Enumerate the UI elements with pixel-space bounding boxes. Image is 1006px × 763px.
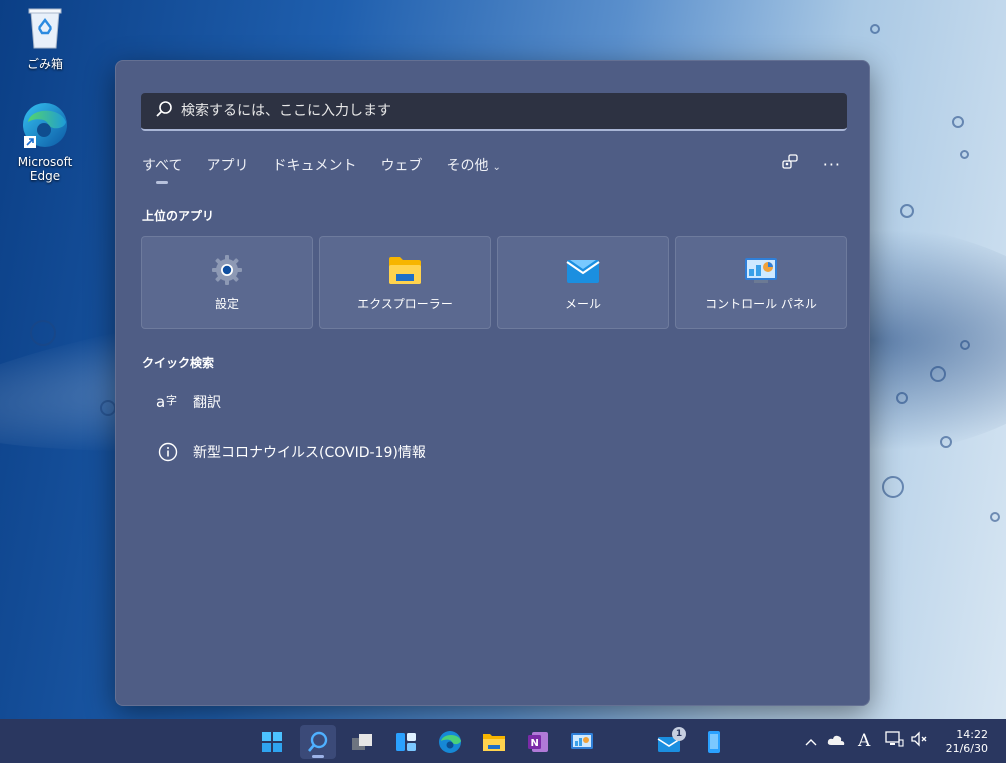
desktop-icon-recycle-bin[interactable]: ごみ箱: [5, 6, 85, 72]
widgets-icon: [396, 733, 416, 751]
onedrive-cloud-icon[interactable]: [826, 732, 846, 751]
task-view-button[interactable]: [344, 725, 380, 759]
mail-icon: [566, 253, 600, 287]
app-tile-explorer[interactable]: エクスプローラー: [319, 236, 491, 329]
search-box[interactable]: [141, 93, 847, 131]
tab-all[interactable]: すべて: [142, 155, 182, 184]
control-panel-icon: [571, 733, 593, 749]
app-tile-label: エクスプローラー: [357, 297, 453, 311]
quick-item-covid-info[interactable]: 新型コロナウイルス(COVID-19)情報: [141, 432, 847, 472]
taskbar-onenote-button[interactable]: N: [520, 725, 556, 759]
taskbar-phone-button[interactable]: [696, 725, 732, 759]
quick-search-title: クイック検索: [142, 356, 215, 370]
taskbar-mail-button[interactable]: 1: [652, 725, 688, 759]
taskbar-explorer-button[interactable]: [476, 725, 512, 759]
info-icon: [153, 442, 183, 462]
app-tile-label: メール: [564, 297, 601, 311]
top-apps-title: 上位のアプリ: [142, 209, 215, 223]
svg-text:a: a: [156, 393, 165, 411]
top-apps-list: 設定 エクスプローラー メール コントロール パネル: [141, 236, 847, 329]
chevron-down-icon: ⌄: [492, 162, 501, 173]
quick-item-label: 翻訳: [193, 395, 221, 411]
ime-mode-indicator[interactable]: A: [858, 731, 870, 751]
onenote-icon: N: [528, 732, 548, 752]
edge-icon: [5, 100, 85, 153]
tab-more[interactable]: その他 ⌄: [446, 155, 500, 175]
chevron-up-icon[interactable]: [804, 732, 818, 751]
account-switch-icon[interactable]: [781, 153, 799, 175]
tab-more-label: その他: [446, 158, 489, 174]
svg-text:N: N: [531, 738, 539, 749]
search-input[interactable]: [181, 103, 781, 119]
mail-badge: 1: [672, 727, 686, 741]
search-icon: [308, 731, 328, 752]
volume-muted-icon[interactable]: [910, 730, 930, 752]
taskbar-clock[interactable]: 14:22 21/6/30: [946, 728, 988, 756]
app-tile-mail[interactable]: メール: [497, 236, 669, 329]
translate-icon: a 字: [153, 392, 183, 412]
quick-item-label: 新型コロナウイルス(COVID-19)情報: [193, 445, 426, 461]
control-panel-icon: [744, 253, 778, 287]
settings-gear-icon: [210, 253, 244, 287]
start-button[interactable]: [254, 725, 290, 759]
widgets-button[interactable]: [388, 725, 424, 759]
tab-web[interactable]: ウェブ: [380, 155, 422, 175]
windows-logo-icon: [262, 732, 282, 752]
folder-icon: [388, 253, 422, 287]
taskbar-control-panel-button[interactable]: [564, 725, 600, 759]
tab-documents[interactable]: ドキュメント: [272, 155, 356, 175]
tab-apps[interactable]: アプリ: [206, 155, 248, 175]
recycle-bin-icon: [5, 6, 85, 53]
taskbar-search-button[interactable]: [300, 725, 336, 759]
clock-date: 21/6/30: [945, 742, 988, 755]
app-tile-control-panel[interactable]: コントロール パネル: [675, 236, 847, 329]
app-tile-label: コントロール パネル: [705, 297, 817, 311]
system-tray: A: [800, 719, 930, 763]
taskbar: N 1 A 14:22 21/6/30: [0, 719, 1006, 763]
app-tile-label: 設定: [214, 297, 239, 311]
desktop-icon-label: Microsoft Edge: [17, 155, 73, 183]
search-icon: [155, 100, 173, 122]
phone-icon: [708, 731, 720, 753]
svg-text:字: 字: [166, 393, 177, 407]
clock-time: 14:22: [956, 728, 988, 741]
network-icon[interactable]: [884, 730, 904, 752]
search-tabs: すべて アプリ ドキュメント ウェブ その他 ⌄: [142, 155, 525, 184]
app-tile-settings[interactable]: 設定: [141, 236, 313, 329]
search-panel: すべて アプリ ドキュメント ウェブ その他⌄ ··· 上位のアプリ: [115, 60, 870, 706]
folder-icon: [483, 734, 505, 751]
desktop-icon-label: ごみ箱: [26, 57, 63, 71]
quick-item-translate[interactable]: a 字 翻訳: [141, 382, 847, 422]
edge-icon: [439, 731, 461, 753]
more-options-icon[interactable]: ···: [823, 155, 841, 174]
desktop-icon-edge[interactable]: Microsoft Edge: [5, 100, 85, 183]
task-view-icon: [352, 734, 372, 750]
taskbar-edge-button[interactable]: [432, 725, 468, 759]
